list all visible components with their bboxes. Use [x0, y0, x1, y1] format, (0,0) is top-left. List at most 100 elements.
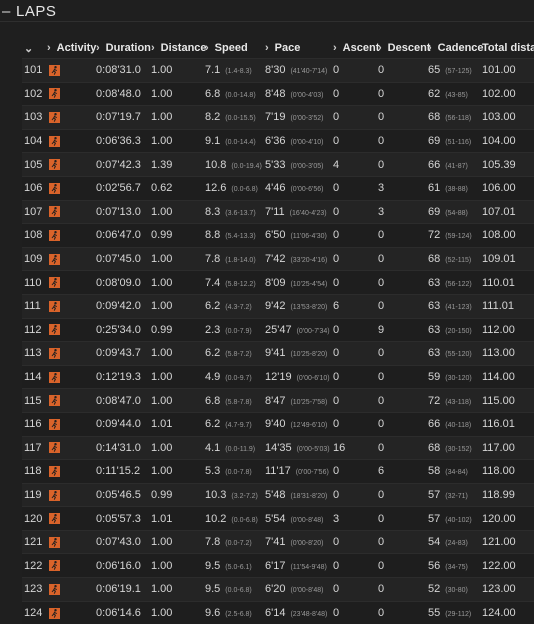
table-row[interactable]: 1140:12'19.31.004.9(0.0-9.7)12'19(0'00-6…: [22, 365, 534, 389]
table-row[interactable]: 1170:14'31.01.004.1(0.0-11.9)14'35(0'00-…: [22, 436, 534, 460]
cadence-cell: 58(34-84): [426, 460, 480, 484]
ascent-cell: 0: [331, 460, 376, 484]
total-distance-cell: 121.00: [480, 530, 534, 554]
col-header-total-distance[interactable]: Total distance: [480, 38, 534, 59]
table-row[interactable]: 1130:09'43.71.006.2(5.8-7.2)9'41(10'25-8…: [22, 342, 534, 366]
col-header-cadence[interactable]: ›Cadence: [426, 38, 480, 59]
pace-value: 6'17: [265, 560, 285, 572]
table-row[interactable]: 1210:07'43.01.007.8(0.0-7.2)7'41(0'00-8'…: [22, 530, 534, 554]
table-row[interactable]: 1020:08'48.01.006.8(0.0-14.8)8'48(0'00-4…: [22, 82, 534, 106]
collapse-icon[interactable]: –: [2, 3, 16, 20]
pace-range: (0'00-4'10): [290, 139, 323, 146]
column-label: Duration: [106, 42, 151, 54]
lap-number: 123: [24, 583, 42, 595]
speed-value: 2.3: [205, 324, 220, 336]
speed-cell: 8.8(5.4-13.3): [203, 224, 263, 248]
table-row[interactable]: 1150:08'47.01.006.8(5.8-7.8)8'47(10'25-7…: [22, 389, 534, 413]
descent-value: 3: [378, 182, 384, 194]
pace-cell: 5'48(18'31-8'20): [263, 483, 331, 507]
speed-value: 8.8: [205, 229, 220, 241]
cadence-cell: 68(30-152): [426, 436, 480, 460]
table-row[interactable]: 1090:07'45.01.007.8(1.8-14.0)7'42(33'20-…: [22, 247, 534, 271]
duration-value: 0:06'47.0: [96, 229, 141, 241]
table-row[interactable]: 1100:08'09.01.007.4(5.8-12.2)8'09(10'25-…: [22, 271, 534, 295]
table-row[interactable]: 1110:09'42.01.006.2(4.3-7.2)9'42(13'53-8…: [22, 294, 534, 318]
total-distance-value: 116.01: [482, 418, 515, 430]
table-row[interactable]: 1180:11'15.21.005.3(0.0-7.8)11'17(0'00-7…: [22, 460, 534, 484]
header-divider: [0, 21, 534, 22]
cadence-range: (38-88): [445, 186, 468, 193]
table-row[interactable]: 1040:06'36.31.009.1(0.0-14.4)6'36(0'00-4…: [22, 129, 534, 153]
pace-value: 5'54: [265, 513, 285, 525]
duration-cell: 0:06'16.0: [94, 554, 149, 578]
running-icon: [49, 560, 60, 571]
pace-cell: 6'14(23'48-8'48): [263, 601, 331, 624]
distance-cell: 1.00: [149, 460, 203, 484]
cadence-cell: 54(24-83): [426, 530, 480, 554]
speed-cell: 9.5(0.0-6.8): [203, 578, 263, 602]
speed-cell: 9.5(5.0-6.1): [203, 554, 263, 578]
running-icon: [49, 372, 60, 383]
col-header-lap[interactable]: ⌄: [22, 38, 45, 59]
table-row[interactable]: 1030:07'19.71.008.2(0.0-15.5)7'19(0'00-3…: [22, 106, 534, 130]
speed-cell: 10.2(0.0-6.8): [203, 507, 263, 531]
table-row[interactable]: 1240:06'14.61.009.6(2.5-6.8)6'14(23'48-8…: [22, 601, 534, 624]
lap-number-cell: 117: [22, 436, 45, 460]
lap-number: 113: [24, 347, 42, 359]
laps-header[interactable]: – LAPS: [0, 0, 534, 22]
pace-cell: 6'36(0'00-4'10): [263, 129, 331, 153]
ascent-cell: 0: [331, 82, 376, 106]
descent-cell: 0: [376, 389, 426, 413]
cadence-cell: 72(59-124): [426, 224, 480, 248]
table-row[interactable]: 1160:09'44.01.016.2(4.7-9.7)9'40(12'49-6…: [22, 412, 534, 436]
cadence-range: (30-152): [445, 446, 471, 453]
lap-number: 114: [24, 371, 42, 383]
ascent-value: 0: [333, 607, 339, 619]
pace-value: 5'48: [265, 489, 285, 501]
column-label: Cadence: [438, 42, 484, 54]
table-row[interactable]: 1220:06'16.01.009.5(5.0-6.1)6'17(11'54-9…: [22, 554, 534, 578]
running-icon: [49, 584, 60, 595]
lap-number: 108: [24, 229, 42, 241]
table-row[interactable]: 1010:08'31.01.007.1(1.4-8.3)8'30(41'40-7…: [22, 59, 534, 83]
distance-cell: 0.99: [149, 483, 203, 507]
lap-number: 103: [24, 111, 42, 123]
duration-cell: 0:08'47.0: [94, 389, 149, 413]
cadence-cell: 63(56-122): [426, 271, 480, 295]
descent-value: 0: [378, 607, 384, 619]
pace-value: 6'50: [265, 229, 285, 241]
col-header-activity[interactable]: ›Activity: [45, 38, 94, 59]
col-header-distance[interactable]: ›Distance: [149, 38, 203, 59]
table-row[interactable]: 1060:02'56.70.6212.6(0.0-6.8)4'46(0'00-6…: [22, 176, 534, 200]
descent-value: 0: [378, 536, 384, 548]
table-row[interactable]: 1230:06'19.11.009.5(0.0-6.8)6'20(0'00-8'…: [22, 578, 534, 602]
distance-value: 1.39: [151, 159, 172, 171]
distance-value: 1.00: [151, 465, 172, 477]
distance-value: 0.62: [151, 182, 172, 194]
col-header-ascent[interactable]: ›Ascent: [331, 38, 376, 59]
cadence-value: 72: [428, 395, 440, 407]
table-row[interactable]: 1190:05'46.50.9910.3(3.2-7.2)5'48(18'31-…: [22, 483, 534, 507]
total-distance-value: 122.00: [482, 560, 516, 572]
table-row[interactable]: 1120:25'34.00.992.3(0.0-7.9)25'47(0'00-7…: [22, 318, 534, 342]
duration-cell: 0:11'15.2: [94, 460, 149, 484]
table-row[interactable]: 1080:06'47.00.998.8(5.4-13.3)6'50(11'06-…: [22, 224, 534, 248]
column-label: Activity: [57, 42, 97, 54]
table-row[interactable]: 1050:07'42.31.3910.8(0.0-19.4)5'33(0'00-…: [22, 153, 534, 177]
col-header-speed[interactable]: ›Speed: [203, 38, 263, 59]
pace-range: (33'20-4'16): [290, 257, 327, 264]
duration-cell: 0:06'14.6: [94, 601, 149, 624]
distance-value: 1.00: [151, 395, 172, 407]
table-row[interactable]: 1070:07'13.01.008.3(3.6-13.7)7'11(16'40-…: [22, 200, 534, 224]
ascent-cell: 0: [331, 106, 376, 130]
cadence-value: 66: [428, 418, 440, 430]
descent-cell: 0: [376, 412, 426, 436]
speed-cell: 8.3(3.6-13.7): [203, 200, 263, 224]
chevron-right-icon: ›: [428, 42, 432, 54]
col-header-descent[interactable]: ›Descent: [376, 38, 426, 59]
col-header-pace[interactable]: ›Pace: [263, 38, 331, 59]
speed-value: 8.2: [205, 111, 220, 123]
col-header-duration[interactable]: ›Duration: [94, 38, 149, 59]
table-row[interactable]: 1200:05'57.31.0110.2(0.0-6.8)5'54(0'00-8…: [22, 507, 534, 531]
lap-number: 124: [24, 607, 42, 619]
